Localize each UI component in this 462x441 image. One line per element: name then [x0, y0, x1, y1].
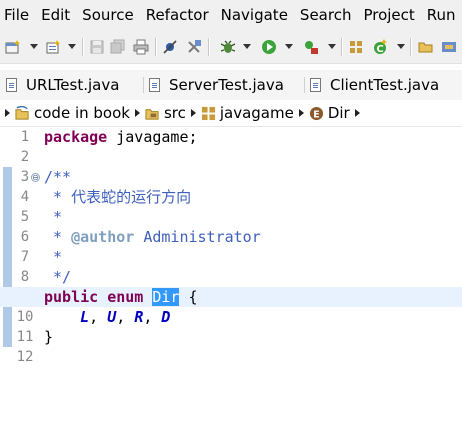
- collapse-icon[interactable]: ⊖: [31, 173, 40, 182]
- new-package-icon[interactable]: [348, 39, 364, 55]
- line-number: 5: [20, 209, 30, 225]
- code-line: *: [44, 208, 63, 226]
- breadcrumb-folder[interactable]: src: [164, 104, 186, 122]
- external-tools-icon[interactable]: [303, 39, 319, 55]
- skip-breakpoints-icon[interactable]: [162, 39, 178, 55]
- java-file-icon: [6, 78, 17, 92]
- open-type-icon[interactable]: [441, 39, 457, 55]
- breadcrumb-package[interactable]: javagame: [220, 104, 294, 122]
- selected-text[interactable]: Dir: [152, 288, 180, 306]
- code-line: /**: [44, 168, 72, 186]
- tab-label: ServerTest.java: [169, 76, 284, 94]
- menu-refactor[interactable]: Refactor: [140, 0, 215, 31]
- external-tools-dropdown-icon[interactable]: [328, 44, 336, 49]
- breadcrumb-type[interactable]: Dir: [328, 104, 350, 122]
- code-line: }: [44, 328, 54, 346]
- menu-run[interactable]: Run: [421, 0, 462, 31]
- svg-text:C: C: [376, 44, 383, 55]
- new-class-icon[interactable]: C: [372, 39, 388, 55]
- line-number: 8: [20, 269, 30, 285]
- breadcrumb-arrow-icon[interactable]: [354, 109, 360, 117]
- save-icon[interactable]: [89, 39, 105, 55]
- line-number: 4: [20, 189, 30, 205]
- overview-ruler: [0, 127, 14, 441]
- line-number: 2: [20, 149, 30, 165]
- code-line: *: [44, 248, 63, 266]
- open-folder-icon[interactable]: [418, 39, 434, 55]
- toolbar-separator: [82, 38, 84, 56]
- source-folder-icon: [145, 108, 159, 120]
- toolbar-separator: [410, 38, 412, 56]
- tab-label: ClientTest.java: [330, 76, 440, 94]
- breadcrumb-arrow-icon[interactable]: [5, 109, 10, 117]
- svg-text:E: E: [313, 109, 319, 120]
- code-line: L, U, R, D: [80, 308, 171, 326]
- menu-project[interactable]: Project: [357, 0, 420, 31]
- breadcrumb-arrow-icon[interactable]: [190, 109, 196, 117]
- save-all-icon[interactable]: [110, 39, 126, 55]
- enum-icon: E: [309, 106, 323, 120]
- code-line: */: [44, 268, 72, 286]
- line-number: 11: [16, 329, 34, 345]
- toggle-mark-icon[interactable]: [186, 39, 202, 55]
- menu-navigate[interactable]: Navigate: [215, 0, 294, 31]
- menu-search[interactable]: Search: [294, 0, 358, 31]
- java-file-icon: [149, 78, 160, 92]
- run-dropdown-icon[interactable]: [285, 44, 293, 49]
- tab-label: URLTest.java: [26, 76, 120, 94]
- tab-separator: [143, 77, 144, 93]
- code-line: package javagame;: [44, 128, 198, 146]
- tab-urltest[interactable]: URLTest.java: [6, 70, 119, 100]
- new-dropdown-icon[interactable]: [30, 44, 38, 49]
- toolbar-separator: [208, 38, 210, 56]
- breadcrumb-project[interactable]: code in book: [34, 104, 130, 122]
- new-class-dropdown-icon[interactable]: [397, 44, 405, 49]
- current-code-line: public enum Dir {: [0, 287, 462, 307]
- new-type-dropdown-icon[interactable]: [68, 44, 76, 49]
- debug-icon[interactable]: [220, 39, 236, 55]
- package-icon: [201, 106, 215, 120]
- code-editor[interactable]: 1 2 3 4 5 6 7 8 9 10 11 12 ⊖ package jav…: [0, 127, 462, 441]
- tab-clienttest[interactable]: ClientTest.java: [304, 70, 440, 100]
- new-icon[interactable]: [5, 39, 21, 55]
- toolbar-separator: [155, 38, 157, 56]
- line-number: 1: [20, 129, 30, 145]
- line-number: 12: [16, 349, 34, 365]
- line-number: 7: [20, 249, 30, 265]
- menu-edit[interactable]: Edit: [35, 0, 76, 31]
- toolbar-separator: [341, 38, 343, 56]
- new-type-icon[interactable]: [45, 39, 61, 55]
- tab-separator: [304, 77, 305, 93]
- breadcrumb-arrow-icon[interactable]: [134, 109, 140, 117]
- change-marker: [3, 167, 12, 347]
- breadcrumb: code in book src javagame E Dir: [0, 100, 462, 127]
- toolbar: C: [0, 31, 462, 64]
- menu-file[interactable]: File: [0, 0, 35, 31]
- menu-bar: File Edit Source Refactor Navigate Searc…: [0, 0, 462, 31]
- line-number: 6: [20, 229, 30, 245]
- code-line: * @author Administrator: [44, 228, 261, 246]
- run-icon[interactable]: [261, 39, 277, 55]
- code-area[interactable]: package javagame; /** * 代表蛇的运行方向 * * @au…: [0, 127, 462, 441]
- tab-servertest[interactable]: ServerTest.java: [143, 70, 284, 100]
- breadcrumb-arrow-icon[interactable]: [298, 109, 304, 117]
- code-line: * 代表蛇的运行方向: [44, 188, 192, 206]
- debug-dropdown-icon[interactable]: [243, 44, 251, 49]
- line-number: 10: [16, 309, 34, 325]
- project-icon: [15, 105, 29, 120]
- print-icon[interactable]: [133, 39, 149, 55]
- java-file-icon: [310, 78, 321, 92]
- menu-source[interactable]: Source: [76, 0, 140, 31]
- editor-tabs: URLTest.java ServerTest.java ClientTest.…: [0, 70, 462, 101]
